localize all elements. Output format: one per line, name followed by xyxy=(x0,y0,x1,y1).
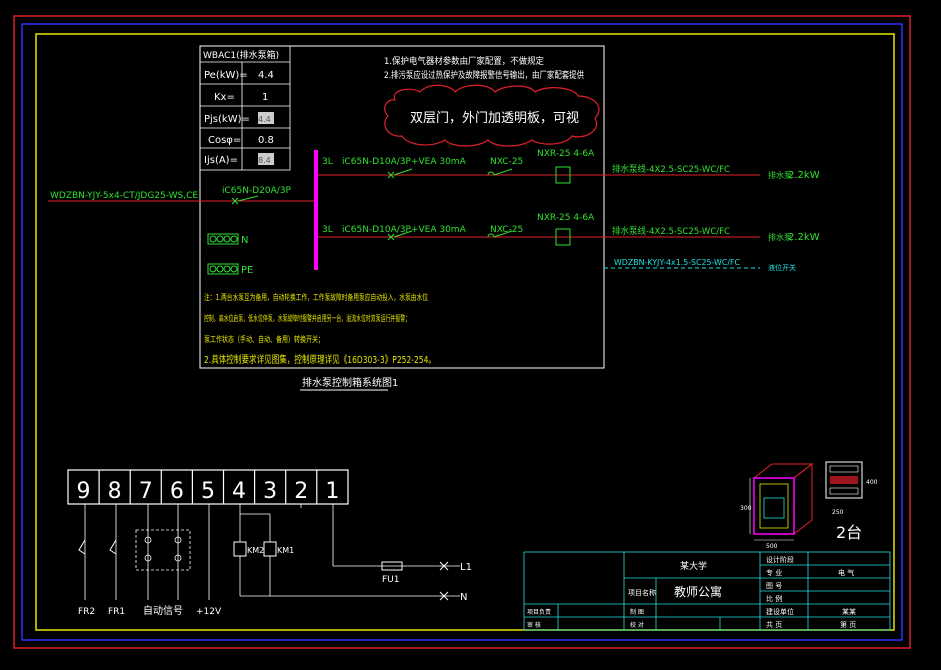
km2-coil xyxy=(233,541,247,557)
note-bottom-3: 泵工作状态（手动、自动、备用）转换开关； xyxy=(204,334,324,344)
cabinet-dim-side: 400 xyxy=(866,479,878,486)
pe-label: PE xyxy=(241,265,253,276)
tb-draw: 制 图 xyxy=(630,608,644,616)
cabinet-dim-w: 500 xyxy=(766,543,778,550)
auto-signal-label: 自动信号 xyxy=(143,604,183,617)
cabinet-qty: 2台 xyxy=(836,523,862,542)
terminal-number: 9 xyxy=(77,479,91,504)
fr1-label: FR1 xyxy=(108,607,125,617)
circuit-cable: 排水泵线-4X2.5-SC25-WC/FC xyxy=(612,225,730,237)
tb-leader: 项目负责 xyxy=(527,608,551,616)
tb-project: 教师公寓 xyxy=(674,584,722,599)
param-label: Pe(kW)= xyxy=(204,70,248,81)
terminal-number: 3 xyxy=(263,479,277,504)
main-breaker-label: iC65N-D20A/3P xyxy=(222,186,292,196)
circuit-phase: 3L xyxy=(322,157,333,167)
control-cable-label: 液位开关 xyxy=(768,263,796,272)
circuit-phase: 3L xyxy=(322,225,333,235)
n-supply-label: N xyxy=(460,592,467,603)
tb-major: 电 气 xyxy=(838,568,854,577)
param-label: Pjs(kW)= xyxy=(204,114,250,125)
km2-label: KM2 xyxy=(247,546,264,555)
float-switch-symbols xyxy=(78,539,117,555)
contactor-label: NXC-25 xyxy=(490,225,523,235)
note-top-2: 2.排污泵应设过热保护及故障报警信号输出，由厂家配套提供 xyxy=(384,69,584,81)
plus12v-label: +12V xyxy=(196,607,222,617)
n-label: N xyxy=(241,235,248,246)
tb-page2-label: 第 页 xyxy=(840,620,856,629)
cabinet-dim-h: 300 xyxy=(740,505,752,512)
terminal-number: 4 xyxy=(232,479,246,504)
circuit-2: 3L iC65N-D10A/3P+VEA 30mA NXC-25 NXR-25 … xyxy=(318,213,820,246)
km1-coil xyxy=(263,541,277,557)
tb-check: 审 核 xyxy=(527,621,541,629)
terminal-marks xyxy=(439,561,449,601)
param-table xyxy=(199,45,291,171)
l1-label: L1 xyxy=(460,562,472,573)
terminal-number: 1 xyxy=(325,479,339,504)
terminal-number: 8 xyxy=(108,479,122,504)
load-value: 2.2kW xyxy=(788,170,820,181)
auto-signal-contacts xyxy=(144,536,182,562)
tb-scale-label: 比 例 xyxy=(766,594,782,603)
fr2-label: FR2 xyxy=(78,607,95,617)
drawing-canvas: WBAC1(排水泵箱) Pe(kW)= 4.4 Kx= 1 Pjs(kW)= 4… xyxy=(13,15,911,649)
terminal-number: 5 xyxy=(201,479,215,504)
auto-signal-box xyxy=(135,529,191,571)
tb-project-label: 项目名称 xyxy=(628,588,656,597)
relay-label: NXR-25 4-6A xyxy=(537,213,595,223)
note-bottom-1: 注：1.两台水泵互为备用，自动轮换工作，工作泵故障时备用泵应自动投入，水泵由水位 xyxy=(204,292,428,302)
incoming-cable: WDZBN-YJY-5x4-CT/JDG25-WS,CE xyxy=(50,191,198,201)
tb-page-label: 共 页 xyxy=(766,620,782,629)
cabinet-front-view xyxy=(825,461,863,499)
tb-proof: 校 对 xyxy=(630,621,644,629)
param-label: Ijs(A)= xyxy=(204,155,238,166)
cloud-note: 双层门，外门加透明板，可视 xyxy=(410,111,579,126)
param-title: WBAC1(排水泵箱) xyxy=(203,49,279,61)
terminal-number: 2 xyxy=(294,479,308,504)
breaker-symbol xyxy=(387,168,413,179)
note-top-1: 1.保护电气器材参数由厂家配置，不做规定 xyxy=(384,55,544,67)
param-label: Kx= xyxy=(214,92,235,103)
contactor-symbol xyxy=(487,168,513,176)
relay-label: NXR-25 4-6A xyxy=(537,149,595,159)
param-value: 4.4 xyxy=(258,70,274,81)
tb-design-stage: 设计阶段 xyxy=(766,555,794,564)
schematic-wires xyxy=(84,504,460,600)
param-value: 8.4 xyxy=(258,156,271,165)
fu1-label: FU1 xyxy=(382,575,400,585)
control-cable: WDZBN-KYJY-4x1.5-SC25-WC/FC xyxy=(614,258,740,267)
tb-major-label: 专 业 xyxy=(766,568,782,577)
terminal-number: 7 xyxy=(139,479,153,504)
tb-school: 某大学 xyxy=(680,560,707,572)
load-value: 2.2kW xyxy=(788,232,820,243)
param-value: 1 xyxy=(262,92,268,103)
busbar xyxy=(314,150,318,270)
param-value: 4.4 xyxy=(258,115,271,124)
circuit-breaker-label: iC65N-D10A/3P+VEA 30mA xyxy=(342,157,467,167)
contactor-label: NXC-25 xyxy=(490,157,523,167)
pe-terminal-dots xyxy=(209,265,238,273)
km1-label: KM1 xyxy=(277,546,294,555)
terminal-number: 6 xyxy=(170,479,184,504)
cabinet-dim-depth: 250 xyxy=(832,509,844,516)
note-bottom-2: 控制，高水位启泵，低水位停泵，水泵故障时报警并启用另一台，溢流水位时双泵运行并报… xyxy=(204,313,410,323)
terminal-cells: 987654321 xyxy=(77,470,339,504)
tb-unit-label: 建设单位 xyxy=(766,607,794,616)
tb-unit: 某某 xyxy=(842,608,856,616)
circuit-cable: 排水泵线-4X2.5-SC25-WC/FC xyxy=(612,163,730,175)
diagram-caption: 排水泵控制箱系统图1 xyxy=(302,376,398,389)
tb-drawno-label: 图 号 xyxy=(766,582,782,590)
note-bottom-4: 2.具体控制要求详见图集，控制原理详见《16D303-3》P252-254。 xyxy=(204,353,436,366)
circuit-1: 3L iC65N-D10A/3P+VEA 30mA NXC-25 NXR-25 … xyxy=(318,149,820,184)
main-breaker-symbol xyxy=(231,195,259,205)
param-label: Cosφ= xyxy=(208,135,241,146)
cabinet-drawing xyxy=(749,462,814,541)
n-terminal-dots xyxy=(209,235,238,243)
param-value: 0.8 xyxy=(258,135,274,146)
